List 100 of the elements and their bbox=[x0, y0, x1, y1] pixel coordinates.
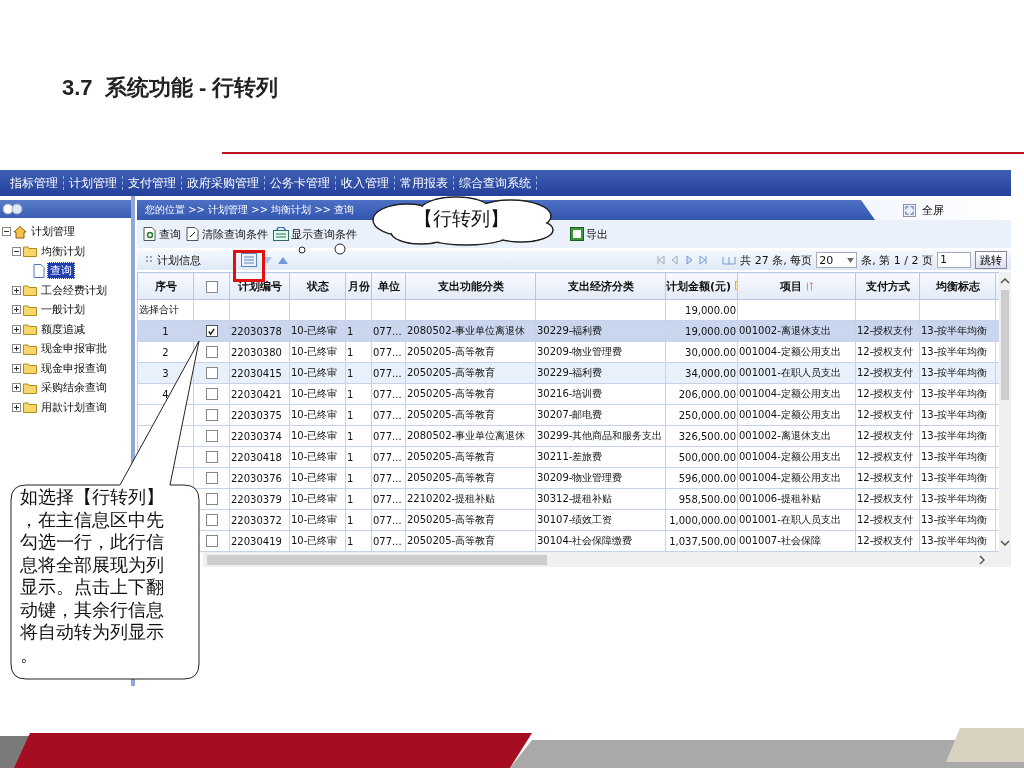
tree-item[interactable]: 现金申报审批 bbox=[39, 341, 109, 357]
tree-item[interactable]: 计划管理 bbox=[29, 224, 77, 240]
page-size-select[interactable]: 20 bbox=[816, 252, 858, 268]
toggle-icon[interactable] bbox=[2, 203, 24, 215]
toolbar-button[interactable]: 显示查询条件 bbox=[273, 226, 357, 242]
table-cell[interactable]: 22030380 bbox=[229, 341, 290, 363]
checkbox[interactable] bbox=[205, 451, 218, 463]
menu-item[interactable]: 支付管理 bbox=[124, 174, 180, 192]
horizontal-scrollbar[interactable] bbox=[203, 552, 1011, 567]
menu-item[interactable]: 综合查询系统 bbox=[455, 174, 535, 192]
checkbox[interactable] bbox=[205, 388, 218, 400]
folder-icon bbox=[23, 401, 37, 414]
tree-item[interactable]: 采购结余查询 bbox=[39, 380, 109, 396]
column-header[interactable]: 支付方式 bbox=[855, 272, 920, 300]
table-cell: 077... bbox=[371, 320, 406, 342]
column-header[interactable]: 项目 bbox=[737, 272, 856, 300]
column-header[interactable]: 均衡标志 bbox=[919, 272, 996, 300]
toolbar-button[interactable]: 查询 bbox=[143, 226, 181, 242]
tree-item[interactable]: 查询 bbox=[47, 262, 75, 280]
table-cell[interactable]: 22030379 bbox=[229, 488, 290, 510]
tree-item[interactable]: 额度追减 bbox=[39, 321, 87, 337]
table-cell: 10-已终审 bbox=[289, 488, 346, 510]
checkbox[interactable] bbox=[205, 472, 218, 484]
column-header[interactable]: 计划金额(元) bbox=[665, 272, 738, 300]
jump-button[interactable]: 跳转 bbox=[975, 251, 1007, 269]
expand-icon[interactable] bbox=[12, 363, 21, 373]
next-page-icon[interactable] bbox=[684, 255, 695, 265]
column-header[interactable]: 状态 bbox=[289, 272, 346, 300]
table-cell: 12-授权支付 bbox=[855, 425, 920, 447]
table-cell[interactable]: 22030415 bbox=[229, 362, 290, 384]
toolbar-button[interactable]: 清除查询条件 bbox=[186, 226, 268, 242]
checkbox[interactable] bbox=[205, 493, 218, 505]
collapse-icon[interactable] bbox=[12, 246, 21, 256]
tree-item[interactable]: 均衡计划 bbox=[39, 243, 87, 259]
menu-item[interactable]: 计划管理 bbox=[65, 174, 121, 192]
table-cell: 30229-福利费 bbox=[535, 320, 666, 342]
collapse-icon[interactable] bbox=[2, 227, 11, 237]
table-cell[interactable]: 22030375 bbox=[229, 404, 290, 426]
menu-item[interactable]: 收入管理 bbox=[337, 174, 393, 192]
table-cell[interactable]: 22030419 bbox=[229, 530, 290, 552]
column-header[interactable]: 序号 bbox=[137, 272, 194, 300]
vertical-scrollbar[interactable] bbox=[999, 272, 1011, 552]
checkbox[interactable] bbox=[205, 430, 218, 442]
table-cell: 001004-定额公用支出 bbox=[737, 467, 856, 489]
fullscreen-button[interactable]: 全屏 bbox=[861, 200, 1011, 220]
tree-item[interactable]: 用款计划查询 bbox=[39, 399, 109, 415]
column-header[interactable]: 支出功能分类 bbox=[405, 272, 536, 300]
menu-item[interactable]: 指标管理 bbox=[6, 174, 62, 192]
caret-icon bbox=[847, 257, 855, 263]
table-cell[interactable]: 22030376 bbox=[229, 467, 290, 489]
table-cell[interactable]: 22030378 bbox=[229, 320, 290, 342]
folder-icon bbox=[23, 303, 37, 316]
table-cell: 12-授权支付 bbox=[855, 404, 920, 426]
checkbox[interactable] bbox=[205, 514, 218, 526]
tree-item[interactable]: 一般计划 bbox=[39, 302, 87, 318]
expand-icon[interactable] bbox=[12, 305, 21, 315]
column-header[interactable]: 支出经济分类 bbox=[535, 272, 666, 300]
tree-item[interactable]: 现金申报查询 bbox=[39, 360, 109, 376]
first-page-icon[interactable] bbox=[656, 255, 667, 265]
folder-icon bbox=[23, 284, 37, 297]
expand-icon[interactable] bbox=[12, 383, 21, 393]
checkbox[interactable] bbox=[205, 409, 218, 421]
checkbox[interactable] bbox=[205, 280, 218, 293]
scrollbar-thumb[interactable] bbox=[207, 554, 547, 565]
table-cell: 001004-定额公用支出 bbox=[737, 341, 856, 363]
column-header[interactable]: 月份 bbox=[345, 272, 372, 300]
menu-item[interactable]: 常用报表 bbox=[396, 174, 452, 192]
tree-item[interactable]: 工会经费计划 bbox=[39, 282, 109, 298]
table-cell[interactable]: 22030421 bbox=[229, 383, 290, 405]
table-cell: 19,000.00 bbox=[665, 299, 738, 321]
pager-text: 共 27 条, 每页 bbox=[740, 252, 813, 268]
checkbox[interactable] bbox=[205, 325, 218, 337]
sort-icon[interactable] bbox=[805, 280, 814, 292]
table-cell: 001007-社会保障 bbox=[737, 530, 856, 552]
table-icon[interactable] bbox=[241, 253, 257, 267]
callout-text: 【行转列】 bbox=[414, 206, 509, 230]
table-cell: 30299-其他商品和服务支出 bbox=[535, 425, 666, 447]
page-input[interactable]: 1 bbox=[937, 252, 971, 268]
trail-dot bbox=[298, 246, 306, 254]
menu-item[interactable]: 公务卡管理 bbox=[266, 174, 334, 192]
table-cell: 1 bbox=[345, 509, 372, 531]
expand-icon[interactable] bbox=[12, 344, 21, 354]
table-cell[interactable]: 22030372 bbox=[229, 509, 290, 531]
previous-page-icon[interactable] bbox=[670, 255, 681, 265]
expand-icon[interactable] bbox=[12, 402, 21, 412]
table-cell: 13-按半年均衡 bbox=[919, 530, 996, 552]
table-cell[interactable]: 22030374 bbox=[229, 425, 290, 447]
menu-item[interactable]: 政府采购管理 bbox=[183, 174, 263, 192]
scrollbar-thumb[interactable] bbox=[1001, 290, 1009, 400]
checkbox[interactable] bbox=[205, 367, 218, 379]
table-cell[interactable]: 22030418 bbox=[229, 446, 290, 468]
toolbar-button[interactable]: 导出 bbox=[570, 226, 608, 242]
pager-text: 条, 第 1 / 2 页 bbox=[861, 252, 933, 268]
expand-icon[interactable] bbox=[12, 324, 21, 334]
checkbox[interactable] bbox=[205, 535, 218, 547]
last-page-icon[interactable] bbox=[698, 255, 709, 265]
expand-icon[interactable] bbox=[12, 285, 21, 295]
checkbox[interactable] bbox=[205, 346, 218, 358]
column-header[interactable]: 单位 bbox=[371, 272, 406, 300]
table-cell: 1 bbox=[345, 404, 372, 426]
